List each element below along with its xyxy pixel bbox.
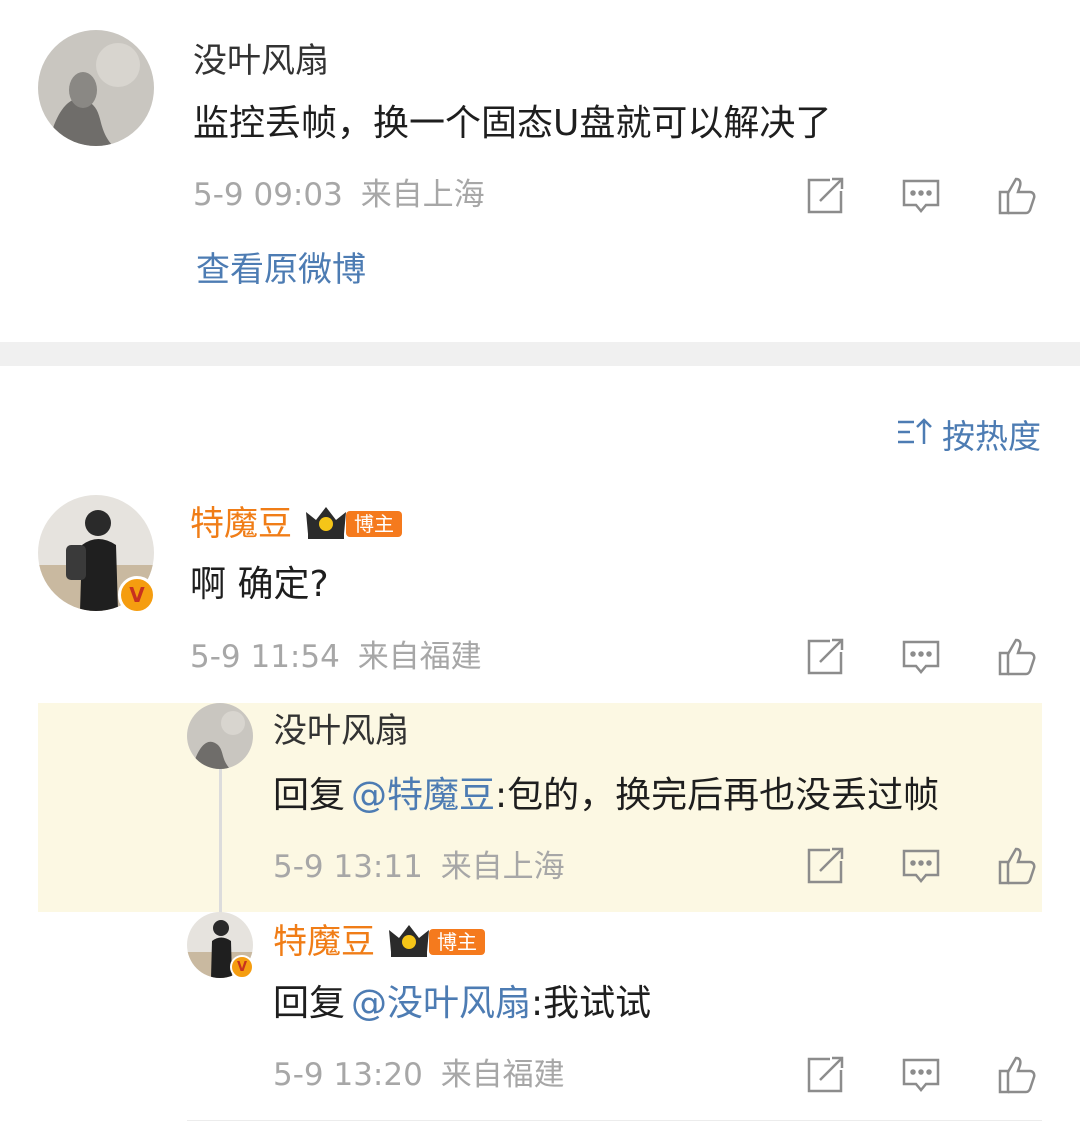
comment-text: 监控丢帧，换一个固态U盘就可以解决了 (193, 103, 832, 144)
location: 来自福建 (357, 639, 482, 675)
location: 来自福建 (440, 1057, 565, 1093)
like-icon[interactable] (994, 173, 1040, 219)
username[interactable]: 没叶风扇 (273, 714, 409, 748)
share-icon[interactable] (802, 843, 848, 889)
sort-label: 按热度 (942, 417, 1041, 456)
author-badge: 博主 (346, 511, 402, 537)
username[interactable]: 没叶风扇 (193, 44, 329, 78)
comment-icon[interactable] (898, 1052, 944, 1098)
timestamp: 5-9 13:20 (273, 1057, 423, 1093)
comment-icon[interactable] (898, 173, 944, 219)
location: 来自上海 (440, 849, 565, 885)
reply-prefix: 回复 (273, 775, 346, 816)
like-icon[interactable] (994, 1052, 1040, 1098)
sort-button[interactable]: 按热度 (896, 410, 1041, 458)
comment-icon[interactable] (898, 634, 944, 680)
verified-v-icon: V (118, 576, 156, 614)
crown-icon (387, 922, 431, 962)
author-badge: 博主 (429, 929, 485, 955)
location: 来自上海 (360, 177, 485, 213)
username[interactable]: 特魔豆 (273, 925, 375, 959)
like-icon[interactable] (994, 843, 1040, 889)
share-icon[interactable] (802, 634, 848, 680)
comment-meta: 5-9 13:11 来自上海 (273, 852, 565, 883)
bottom-divider (187, 1120, 1042, 1121)
thread-line (219, 745, 222, 920)
crown-icon (304, 504, 348, 544)
reply-body: :我试试 (531, 983, 652, 1024)
reply-text: 回复 @特魔豆:包的，换完后再也没丢过帧 (273, 778, 939, 814)
comment-icon[interactable] (898, 843, 944, 889)
reply-text: 回复 @没叶风扇:我试试 (273, 986, 651, 1022)
share-icon[interactable] (802, 173, 848, 219)
avatar[interactable] (187, 703, 253, 769)
reply-prefix: 回复 (273, 983, 346, 1024)
share-icon[interactable] (802, 1052, 848, 1098)
mention-link[interactable]: @没叶风扇 (351, 983, 531, 1024)
reply-body: :包的，换完后再也没丢过帧 (495, 775, 940, 816)
comment-header: 特魔豆 博主 (190, 504, 402, 544)
username[interactable]: 特魔豆 (190, 507, 292, 541)
comment-text: 啊 确定? (190, 564, 329, 605)
section-divider (0, 342, 1080, 366)
like-icon[interactable] (994, 634, 1040, 680)
timestamp: 5-9 09:03 (193, 177, 343, 213)
sort-icon (896, 416, 932, 452)
avatar[interactable] (38, 30, 154, 146)
timestamp: 5-9 11:54 (190, 639, 340, 675)
view-original-link[interactable]: 查看原微博 (196, 253, 366, 287)
comment-meta: 5-9 09:03 来自上海 (193, 180, 485, 211)
comment-meta: 5-9 11:54 来自福建 (190, 642, 482, 673)
timestamp: 5-9 13:11 (273, 849, 423, 885)
comment-header: 特魔豆 博主 (273, 922, 485, 962)
comment-meta: 5-9 13:20 来自福建 (273, 1060, 565, 1091)
mention-link[interactable]: @特魔豆 (351, 775, 495, 816)
verified-v-icon: V (230, 955, 254, 979)
